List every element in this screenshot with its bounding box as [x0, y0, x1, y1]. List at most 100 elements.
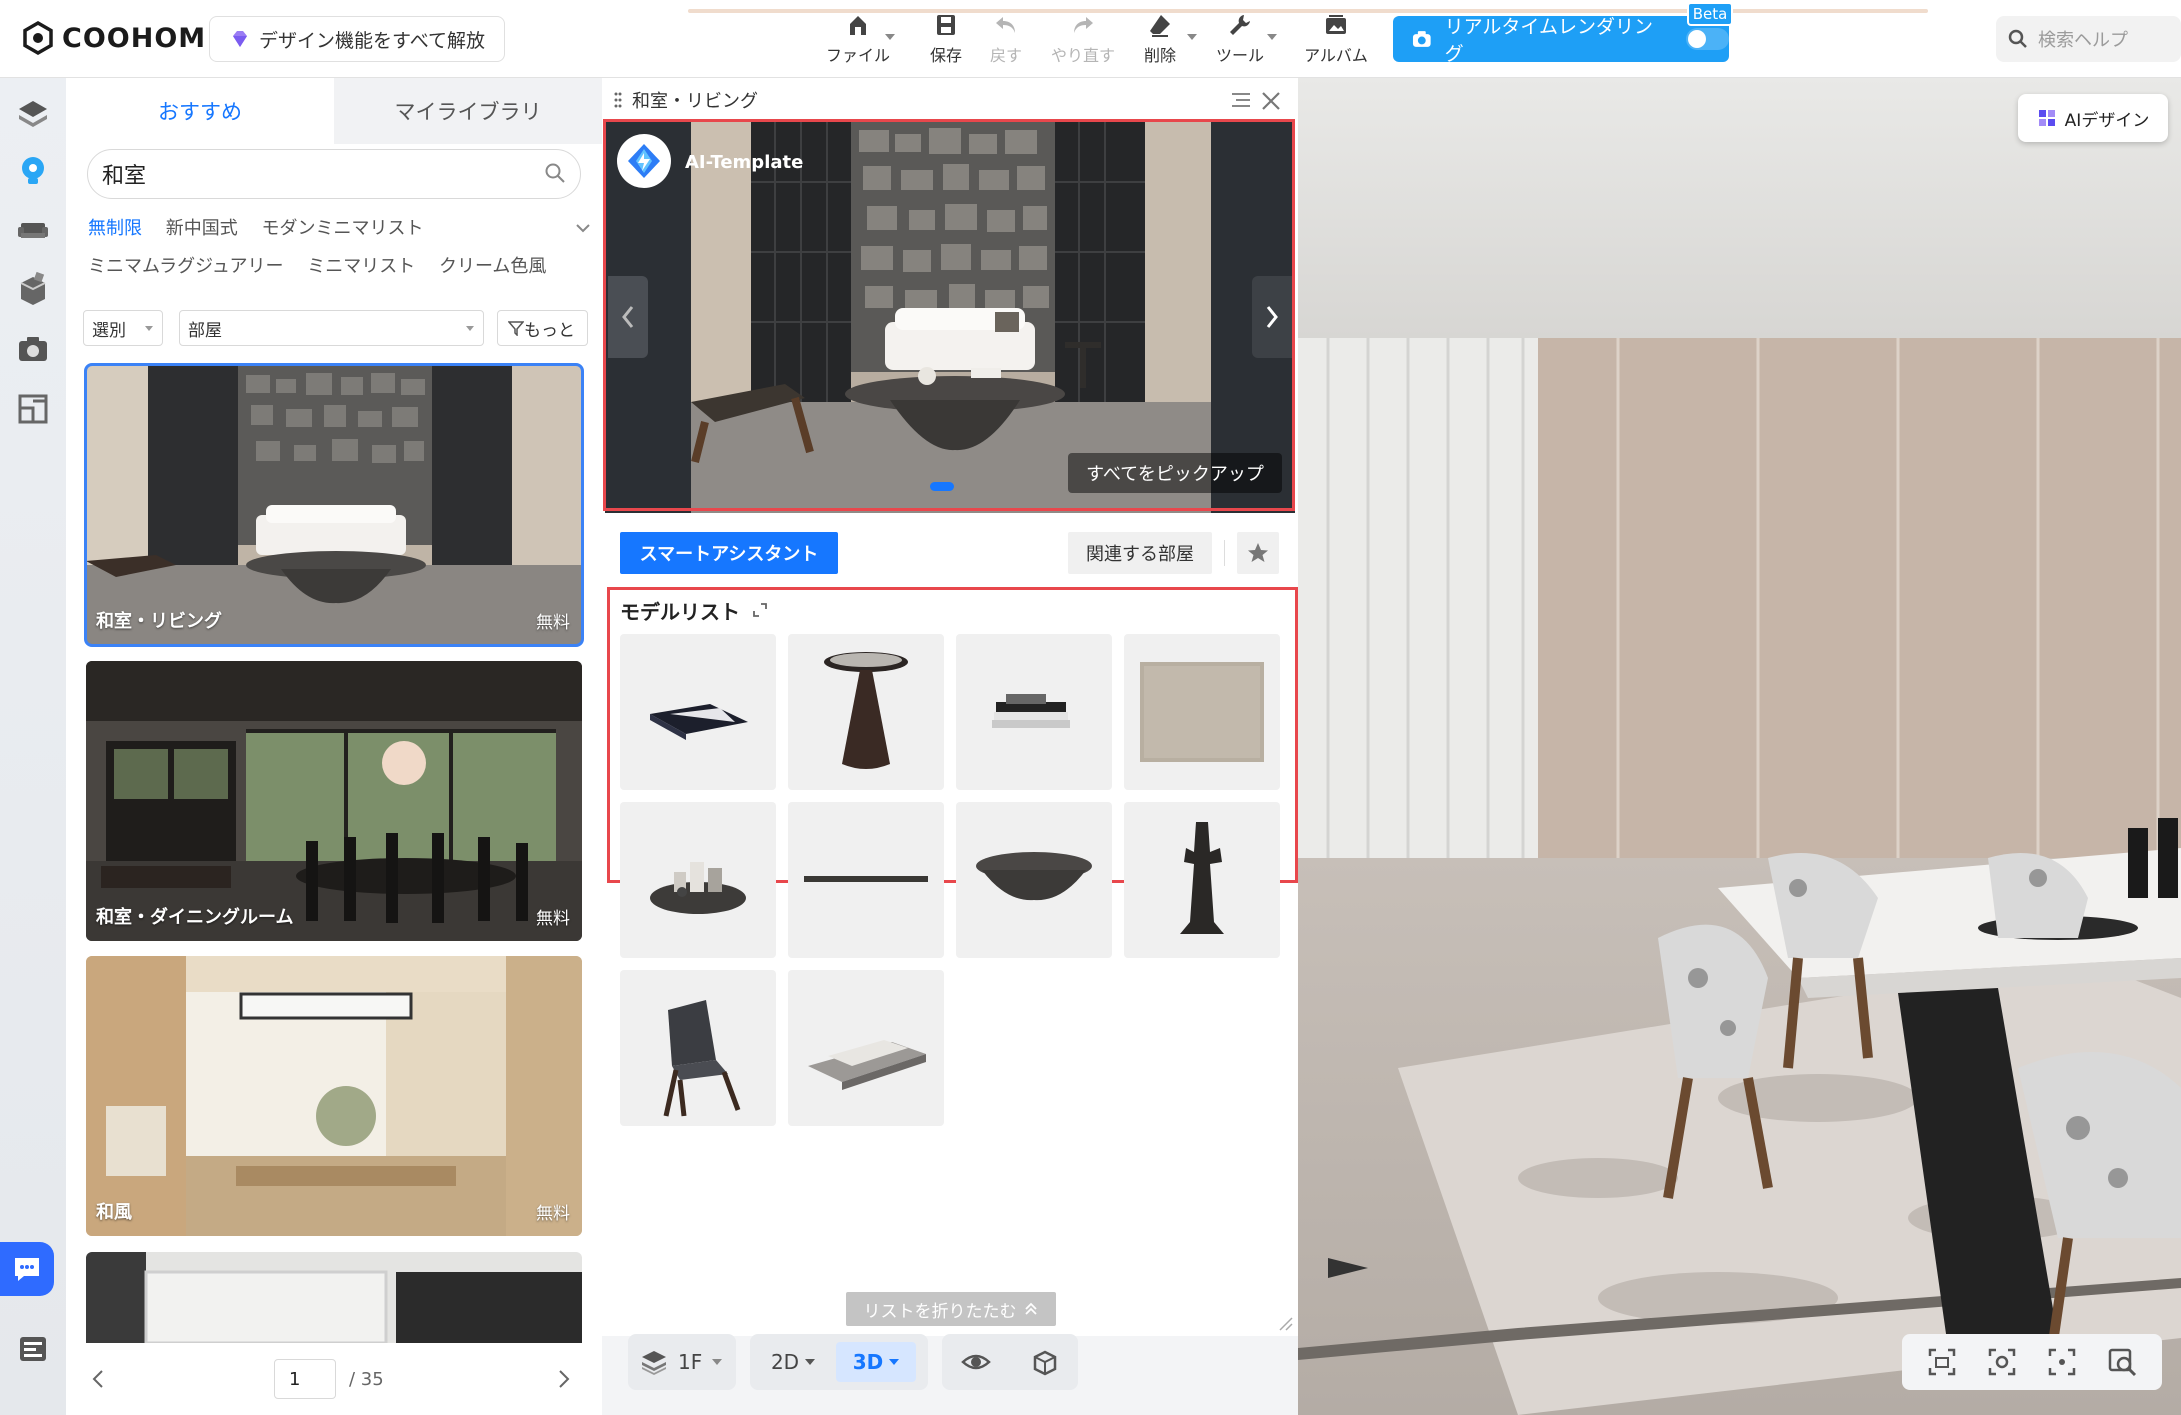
ai-design-button[interactable]: AIデザイン [2018, 94, 2168, 142]
diamond-icon [233, 31, 248, 47]
brand-logo[interactable]: COOHOM [20, 18, 206, 58]
style-chip-new-chinese[interactable]: 新中国式 [166, 218, 238, 239]
chevron-right-icon[interactable] [554, 1367, 574, 1391]
chevron-down-icon[interactable] [573, 218, 593, 238]
library-search-input[interactable]: 和室 [87, 149, 581, 199]
model-thumb[interactable] [788, 970, 944, 1126]
floor-selector[interactable]: 1F [628, 1334, 736, 1390]
rail-inspiration-button[interactable] [12, 150, 54, 192]
style-chip-modern-minimalist[interactable]: モダンミニマリスト [261, 218, 423, 239]
3d-viewport[interactable] [1298, 78, 2181, 1415]
list-view-icon[interactable] [1230, 90, 1252, 110]
smart-assistant-button[interactable]: スマートアシスタント [620, 532, 838, 574]
template-card-price: 無料 [536, 909, 570, 929]
page-number-value: 1 [289, 1368, 301, 1390]
template-card[interactable]: 和室・リビング 無料 [84, 363, 584, 647]
model-thumb[interactable] [620, 802, 776, 958]
floorplan-icon [18, 394, 48, 424]
resize-handle-icon[interactable] [1276, 1314, 1294, 1332]
template-card-title: 和室・リビング [96, 611, 222, 632]
style-chip-unlimited[interactable]: 無制限 [88, 218, 142, 239]
rail-panel-toggle-button[interactable] [12, 1328, 54, 1370]
undo-label: 戻す [989, 46, 1022, 65]
realtime-render-toggle-button[interactable]: リアルタイムレンダリング [1393, 16, 1729, 65]
unlock-features-button[interactable]: デザイン機能をすべて解放 [209, 16, 505, 62]
search-icon[interactable] [544, 162, 566, 184]
model-thumb[interactable] [1124, 634, 1280, 790]
model-list-title: モデルリスト [620, 596, 769, 625]
drag-handle-icon[interactable] [614, 92, 622, 108]
beta-badge: Beta [1687, 2, 1733, 26]
mode-2d-button[interactable]: 2D [758, 1342, 828, 1382]
model-thumb[interactable] [956, 802, 1112, 958]
wrench-icon [1230, 15, 1250, 35]
collapse-list-button[interactable]: リストを折りたたむ [846, 1292, 1056, 1326]
chat-support-button[interactable] [0, 1242, 54, 1296]
search-icon [2008, 29, 2027, 48]
model-thumb[interactable] [788, 802, 944, 958]
style-chip-minimalist[interactable]: ミニマリスト [307, 256, 415, 277]
coohom-logo-icon [23, 20, 53, 56]
chevron-left-icon[interactable] [88, 1367, 108, 1391]
rail-furniture-button[interactable] [12, 208, 54, 250]
caret-down-icon [889, 1359, 900, 1365]
lightbulb-icon [22, 157, 44, 184]
rail-build-button[interactable] [12, 92, 54, 134]
related-rooms-button[interactable]: 関連する部屋 [1068, 532, 1212, 574]
model-thumb[interactable] [1124, 802, 1280, 958]
page-number-input[interactable]: 1 [274, 1359, 336, 1399]
style-filter-list: 無制限 新中国式 モダンミニマリスト ミニマムラグジュアリー ミニマリスト クリ… [88, 210, 593, 286]
annotation-box-1 [603, 119, 1295, 511]
template-card-title: 和室・ダイニングルーム [96, 907, 294, 928]
tab-recommended[interactable]: おすすめ [66, 78, 334, 144]
more-filter-button[interactable]: もっと [497, 310, 588, 346]
model-thumb[interactable] [620, 970, 776, 1126]
close-icon[interactable] [1260, 90, 1282, 112]
template-card[interactable] [86, 1252, 582, 1343]
cube-view-icon[interactable] [1029, 1347, 1059, 1377]
total-pages: / 35 [349, 1369, 384, 1390]
rail-materials-button[interactable] [12, 268, 54, 310]
redo-icon [1074, 17, 1093, 33]
chat-bubble-icon [15, 1258, 39, 1281]
filter-select[interactable]: 選別 [83, 310, 163, 346]
model-thumb[interactable] [788, 634, 944, 790]
file-menu-button[interactable]: ファイル [813, 12, 903, 68]
album-label: アルバム [1304, 46, 1368, 65]
rail-floorplan-button[interactable] [12, 388, 54, 430]
save-label: 保存 [929, 46, 962, 65]
delete-button[interactable]: 削除 [1115, 12, 1205, 68]
realtime-render-switch[interactable] [1685, 28, 1729, 50]
model-list-title-text: モデルリスト [620, 600, 740, 624]
view-settings-icon[interactable] [1986, 1346, 2018, 1378]
left-icon-rail [0, 78, 66, 1415]
camera-icon [1412, 31, 1431, 47]
album-button[interactable]: アルバム [1291, 12, 1381, 68]
tab-my-library[interactable]: マイライブラリ [334, 78, 602, 144]
floor-label: 1F [678, 1350, 703, 1374]
rug-model [1140, 662, 1264, 762]
screenshot-icon[interactable] [1926, 1346, 1958, 1378]
eye-icon[interactable] [961, 1347, 991, 1377]
tools-menu-button[interactable]: ツール [1195, 12, 1285, 68]
style-chip-minimal-luxury[interactable]: ミニマムラグジュアリー [88, 256, 283, 277]
mode-3d-button[interactable]: 3D [836, 1342, 916, 1382]
model-thumb[interactable] [956, 634, 1112, 790]
zoom-fit-icon[interactable] [2106, 1346, 2138, 1378]
model-thumb[interactable] [620, 634, 776, 790]
rail-render-button[interactable] [12, 328, 54, 370]
favorite-button[interactable] [1237, 532, 1279, 574]
template-thumbnail-living [86, 365, 582, 645]
delete-label: 削除 [1143, 46, 1176, 65]
file-label: ファイル [825, 46, 890, 65]
book-stack-model [650, 704, 748, 740]
style-chip-cream[interactable]: クリーム色風 [439, 256, 546, 277]
expand-icon[interactable] [751, 601, 769, 619]
template-card[interactable]: 和風 無料 [86, 956, 582, 1236]
help-search-input[interactable]: 検索ヘルプ [1996, 16, 2181, 62]
package-icon [20, 271, 46, 305]
focus-center-icon[interactable] [2046, 1346, 2078, 1378]
template-card[interactable]: 和室・ダイニングルーム 無料 [86, 661, 582, 941]
room-select[interactable]: 部屋 [179, 310, 484, 346]
mode-3d-label: 3D [852, 1350, 884, 1374]
